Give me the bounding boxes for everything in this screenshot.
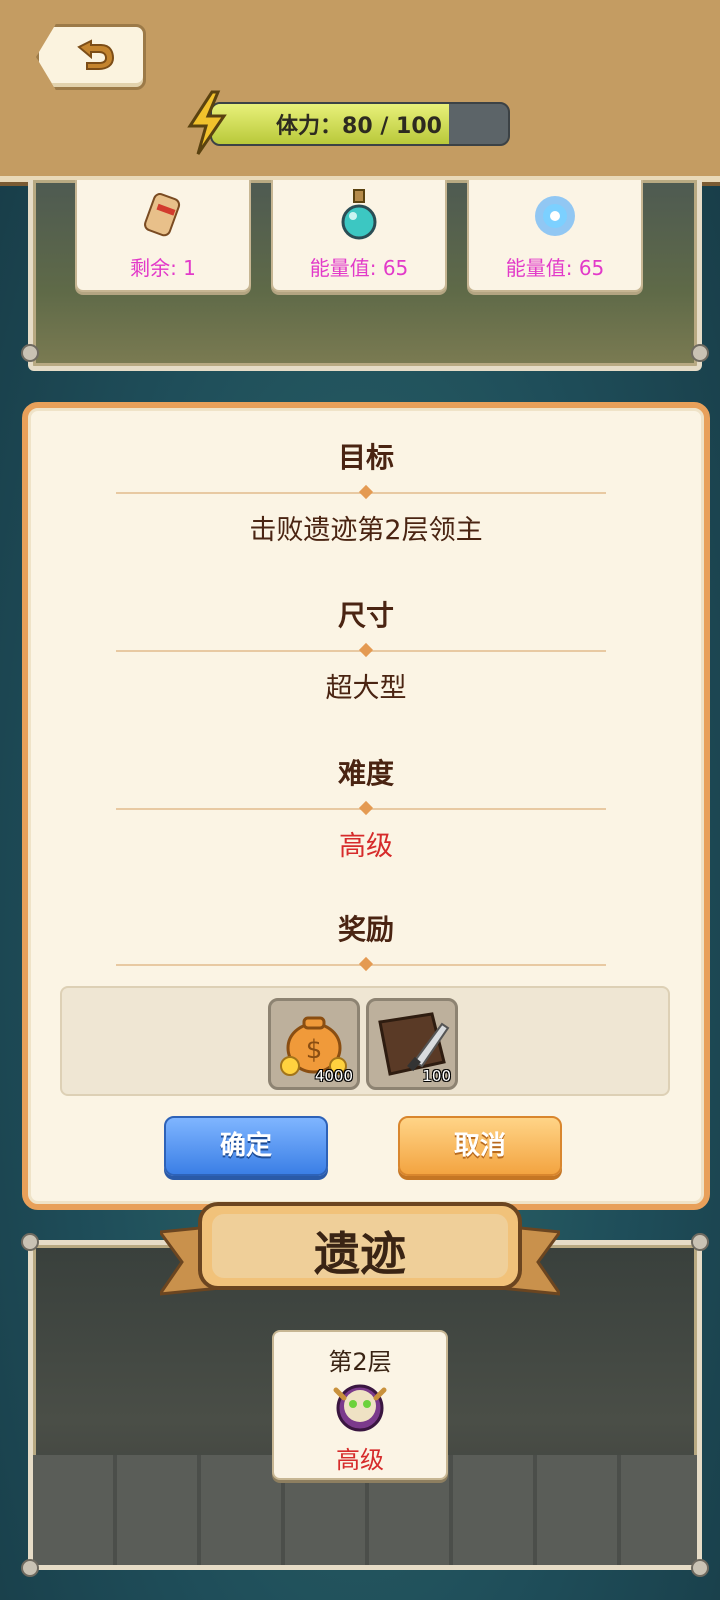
size-title: 尺寸 [337,599,394,632]
reward-list: $ 4000 100 [60,986,670,1096]
stamina-text: 体力：80 / 100 [276,114,442,139]
size-value: 超大型 [325,673,407,704]
potion-icon [341,189,377,240]
divider-diamond [358,484,374,500]
location-banner: 遗迹 [160,1196,560,1300]
vortex-icon [535,196,575,236]
floor-label: 第2层 [328,1348,392,1376]
reward-item-leather[interactable]: 100 [366,998,458,1090]
difficulty-title: 难度 [337,757,394,790]
goal-value: 击败遗迹第2层领主 [249,515,483,546]
top-bar: 体力：80 / 100 [0,0,720,182]
top-scene-panel: 剩余: 1 能量值: 65 能量值: 65 [21,180,709,371]
boss-skull-icon [333,1384,387,1432]
divider-diamond [358,956,374,972]
divider-diamond [358,642,374,658]
cancel-button[interactable]: 取消 [398,1116,562,1176]
back-arrow-icon [77,39,115,70]
reward-qty: 4000 [314,1067,353,1085]
resource-card-label: 剩余: 1 [130,256,196,280]
reward-qty: 100 [422,1067,451,1085]
resource-card-label: 能量值: 65 [505,256,605,280]
confirm-button[interactable]: 确定 [164,1116,328,1176]
scroll-icon [144,193,181,237]
resource-card-potion[interactable]: 能量值: 65 [271,180,447,292]
screw-decoration [21,1233,39,1251]
floor-difficulty: 高级 [336,1446,384,1474]
screw-decoration [691,1233,709,1251]
screw-decoration [691,344,709,362]
back-button[interactable] [36,24,146,90]
resource-card-label: 能量值: 65 [309,256,409,280]
reward-item-coins[interactable]: $ 4000 [268,998,360,1090]
screw-decoration [691,1559,709,1577]
goal-title: 目标 [337,441,394,474]
divider-diamond [358,800,374,816]
location-title: 遗迹 [314,1227,406,1281]
screw-decoration [21,344,39,362]
reward-title: 奖励 [337,913,394,946]
stamina-bar: 体力：80 / 100 [187,90,510,155]
svg-text:$: $ [306,1035,323,1065]
resource-card-scroll[interactable]: 剩余: 1 [75,180,251,292]
resource-card-vortex[interactable]: 能量值: 65 [467,180,643,292]
mission-dialog: 目标 击败遗迹第2层领主 尺寸 超大型 难度 高级 奖励 $ 4000 100 … [22,402,710,1210]
screw-decoration [21,1559,39,1577]
floor-card[interactable]: 第2层 高级 [272,1330,448,1480]
difficulty-value: 高级 [339,831,393,862]
